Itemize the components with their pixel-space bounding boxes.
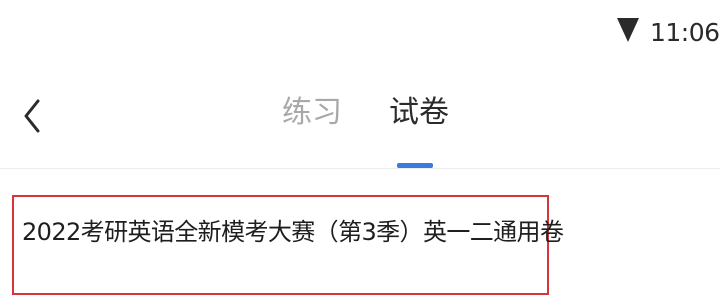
header-divider: [0, 168, 720, 169]
status-bar: 11:06: [0, 0, 720, 66]
tab-practice[interactable]: 练习: [282, 90, 342, 136]
chevron-left-icon: [23, 99, 41, 133]
tab-papers[interactable]: 试卷: [389, 90, 449, 136]
status-time: 11:06: [650, 18, 720, 47]
wifi-icon: [616, 16, 640, 44]
back-button[interactable]: [12, 92, 52, 140]
tab-header: 练习 试卷: [0, 66, 720, 169]
paper-title: 2022考研英语全新模考大赛（第3季）英一二通用卷: [22, 218, 564, 246]
paper-list-item[interactable]: 2022考研英语全新模考大赛（第3季）英一二通用卷: [12, 195, 564, 295]
